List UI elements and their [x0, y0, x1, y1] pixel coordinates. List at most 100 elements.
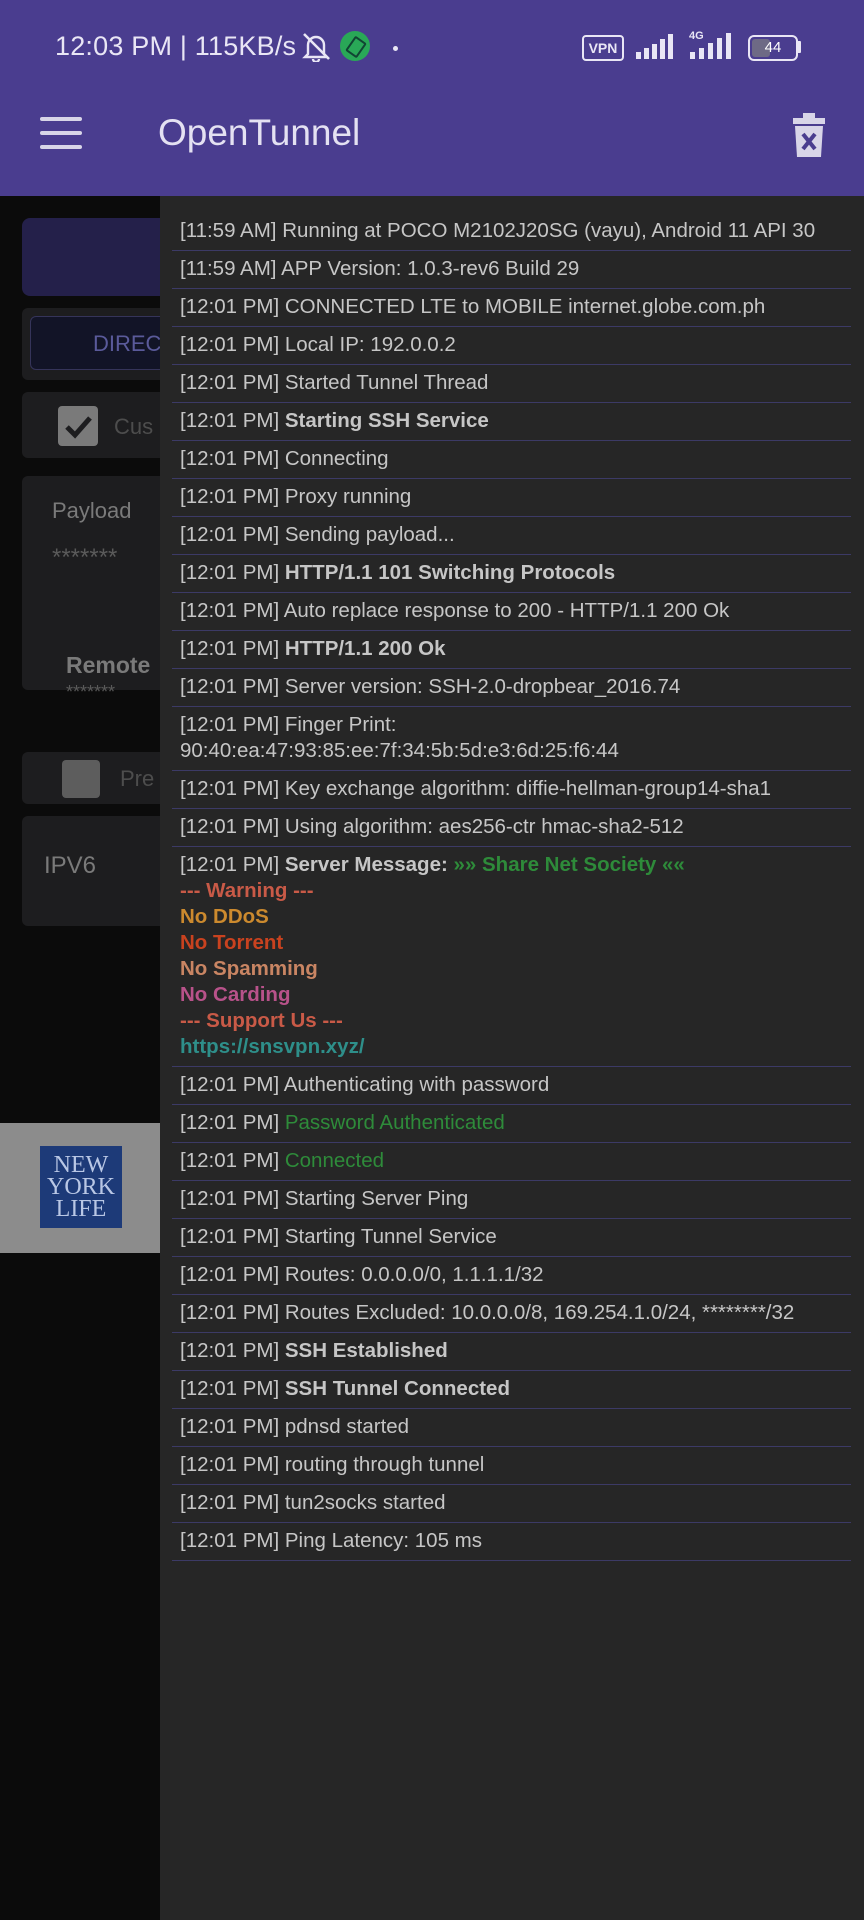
log-timestamp: [12:01 PM] [180, 409, 280, 432]
ipv6-label: IPV6 [44, 852, 97, 879]
log-entry: [12:01 PM] Authenticating with password [172, 1067, 851, 1105]
log-timestamp: [12:01 PM] [180, 447, 280, 470]
log-entry: [12:01 PM] Password Authenticated [172, 1105, 851, 1143]
log-timestamp: [12:01 PM] [180, 1529, 280, 1552]
log-message: Authenticating with password [283, 1073, 550, 1096]
mode-selector: DIRECT [22, 308, 182, 380]
log-timestamp: [11:59 AM] [180, 219, 277, 242]
custom-label: Cus [114, 414, 154, 439]
custom-setup-row[interactable]: Cus [22, 392, 172, 458]
log-message: CONNECTED LTE to MOBILE internet.globe.c… [284, 295, 766, 318]
preset-row[interactable]: Pre [22, 752, 172, 804]
log-timestamp: [12:01 PM] [180, 1225, 280, 1248]
log-entry: [12:01 PM] Routes: 0.0.0.0/0, 1.1.1.1/32 [172, 1257, 851, 1295]
custom-checkbox-icon[interactable] [58, 406, 98, 446]
log-entry: [12:01 PM] Connecting [172, 441, 851, 479]
log-timestamp: [12:01 PM] [180, 333, 280, 356]
log-entry: [12:01 PM] SSH Tunnel Connected [172, 1371, 851, 1409]
server-message-line: --- Support Us --- [180, 1009, 343, 1032]
log-message: Server Message: [284, 853, 448, 876]
log-entry: [12:01 PM] Routes Excluded: 10.0.0.0/8, … [172, 1295, 851, 1333]
server-message-line: No Carding [180, 983, 291, 1006]
config-card: Payload ******* Remote ******* [22, 476, 172, 702]
log-timestamp: [12:01 PM] [180, 815, 280, 838]
log-entry: [12:01 PM] SSH Established [172, 1333, 851, 1371]
clear-log-trash-icon[interactable] [792, 113, 826, 157]
log-timestamp: [12:01 PM] [180, 1149, 280, 1172]
log-timestamp: [11:59 AM] [180, 257, 277, 280]
log-entry: [12:01 PM] Starting Tunnel Service [172, 1219, 851, 1257]
log-entry: [12:01 PM] Server Message: »» Share Net … [172, 847, 851, 1067]
hamburger-menu-icon[interactable] [40, 117, 84, 151]
log-message: Routes: 0.0.0.0/0, 1.1.1.1/32 [284, 1263, 544, 1286]
log-message: pdnsd started [284, 1415, 410, 1438]
log-timestamp: [12:01 PM] [180, 1111, 280, 1134]
log-message: SSH Established [284, 1339, 448, 1362]
log-timestamp: [12:01 PM] [180, 675, 280, 698]
log-timestamp: [12:01 PM] [180, 853, 280, 876]
server-message-line: No Torrent [180, 931, 284, 954]
log-entry: [12:01 PM] pdnsd started [172, 1409, 851, 1447]
log-message: Sending payload... [284, 523, 455, 546]
top-bar: 12:03 PM | 115KB/s VPN 4G 44 OpenTunnel [0, 0, 864, 196]
battery-percent: 44 [764, 39, 782, 56]
log-message: Local IP: 192.0.0.2 [284, 333, 456, 356]
vpn-badge-icon: VPN [582, 35, 624, 61]
status-bar: 12:03 PM | 115KB/s VPN 4G 44 [0, 0, 864, 96]
log-entry: [12:01 PM] Auto replace response to 200 … [172, 593, 851, 631]
payload-value[interactable]: ******* [52, 544, 117, 572]
log-message: APP Version: 1.0.3-rev6 Build 29 [281, 257, 580, 280]
log-timestamp: [12:01 PM] [180, 1301, 280, 1324]
remote-value[interactable]: ******* [66, 682, 115, 703]
log-entry: [12:01 PM] Key exchange algorithm: diffi… [172, 771, 851, 809]
log-entry: [12:01 PM] Starting Server Ping [172, 1181, 851, 1219]
ipv6-row[interactable]: IPV6 [22, 816, 172, 926]
log-message: Finger Print: [284, 713, 397, 736]
log-entry: [12:01 PM] Finger Print: 90:40:ea:47:93:8… [172, 707, 851, 771]
signal-strength-icon [636, 34, 673, 59]
log-timestamp: [12:01 PM] [180, 637, 280, 660]
log-entry: [12:01 PM] Using algorithm: aes256-ctr h… [172, 809, 851, 847]
log-timestamp: [12:01 PM] [180, 1415, 280, 1438]
ad-banner[interactable]: NEW YORK LIFE [0, 1123, 160, 1253]
log-message: Routes Excluded: 10.0.0.0/8, 169.254.1.0… [284, 1301, 795, 1324]
log-timestamp: [12:01 PM] [180, 561, 280, 584]
log-timestamp: [12:01 PM] [180, 523, 280, 546]
log-message: Key exchange algorithm: diffie-hellman-g… [284, 777, 772, 800]
server-message-line: No Spamming [180, 957, 318, 980]
server-message-line[interactable]: https://snsvpn.xyz/ [180, 1034, 843, 1060]
signal-strength-4g-icon [690, 33, 731, 59]
log-message: Using algorithm: aes256-ctr hmac-sha2-51… [284, 815, 684, 838]
remote-label: Remote [66, 652, 151, 678]
log-message: Started Tunnel Thread [284, 371, 489, 394]
log-message: Starting SSH Service [284, 409, 489, 432]
log-entry: [12:01 PM] CONNECTED LTE to MOBILE inter… [172, 289, 851, 327]
log-timestamp: [12:01 PM] [180, 1453, 280, 1476]
log-message: SSH Tunnel Connected [284, 1377, 510, 1400]
log-entry: [12:01 PM] Sending payload... [172, 517, 851, 555]
log-message: Connected [284, 1149, 385, 1172]
log-message: Running at POCO M2102J20SG (vayu), Andro… [282, 219, 816, 242]
new-york-life-logo: NEW YORK LIFE [40, 1146, 122, 1228]
log-entry: [12:01 PM] tun2socks started [172, 1485, 851, 1523]
payload-label: Payload [52, 498, 132, 523]
log-timestamp: [12:01 PM] [180, 1377, 280, 1400]
log-message: Connecting [284, 447, 389, 470]
log-list[interactable]: [11:59 AM] Running at POCO M2102J20SG (v… [172, 213, 851, 1561]
log-message: Starting Tunnel Service [284, 1225, 497, 1248]
log-entry: [12:01 PM] Started Tunnel Thread [172, 365, 851, 403]
server-message-line: --- Warning --- [180, 879, 314, 902]
log-timestamp: [12:01 PM] [180, 777, 280, 800]
notifications-off-icon [302, 33, 330, 62]
preset-label: Pre [120, 766, 155, 791]
log-entry: [12:01 PM] Proxy running [172, 479, 851, 517]
security-shield-icon [340, 31, 370, 61]
log-timestamp: [12:01 PM] [180, 1187, 280, 1210]
log-entry: [11:59 AM] APP Version: 1.0.3-rev6 Build… [172, 251, 851, 289]
log-timestamp: [12:01 PM] [180, 1491, 280, 1514]
log-message: Server version: SSH-2.0-dropbear_2016.74 [284, 675, 681, 698]
log-entry: [12:01 PM] Local IP: 192.0.0.2 [172, 327, 851, 365]
log-message: Auto replace response to 200 - HTTP/1.1 … [283, 599, 730, 622]
log-entry: [12:01 PM] HTTP/1.1 101 Switching Protoc… [172, 555, 851, 593]
battery-icon: 44 [748, 35, 798, 61]
